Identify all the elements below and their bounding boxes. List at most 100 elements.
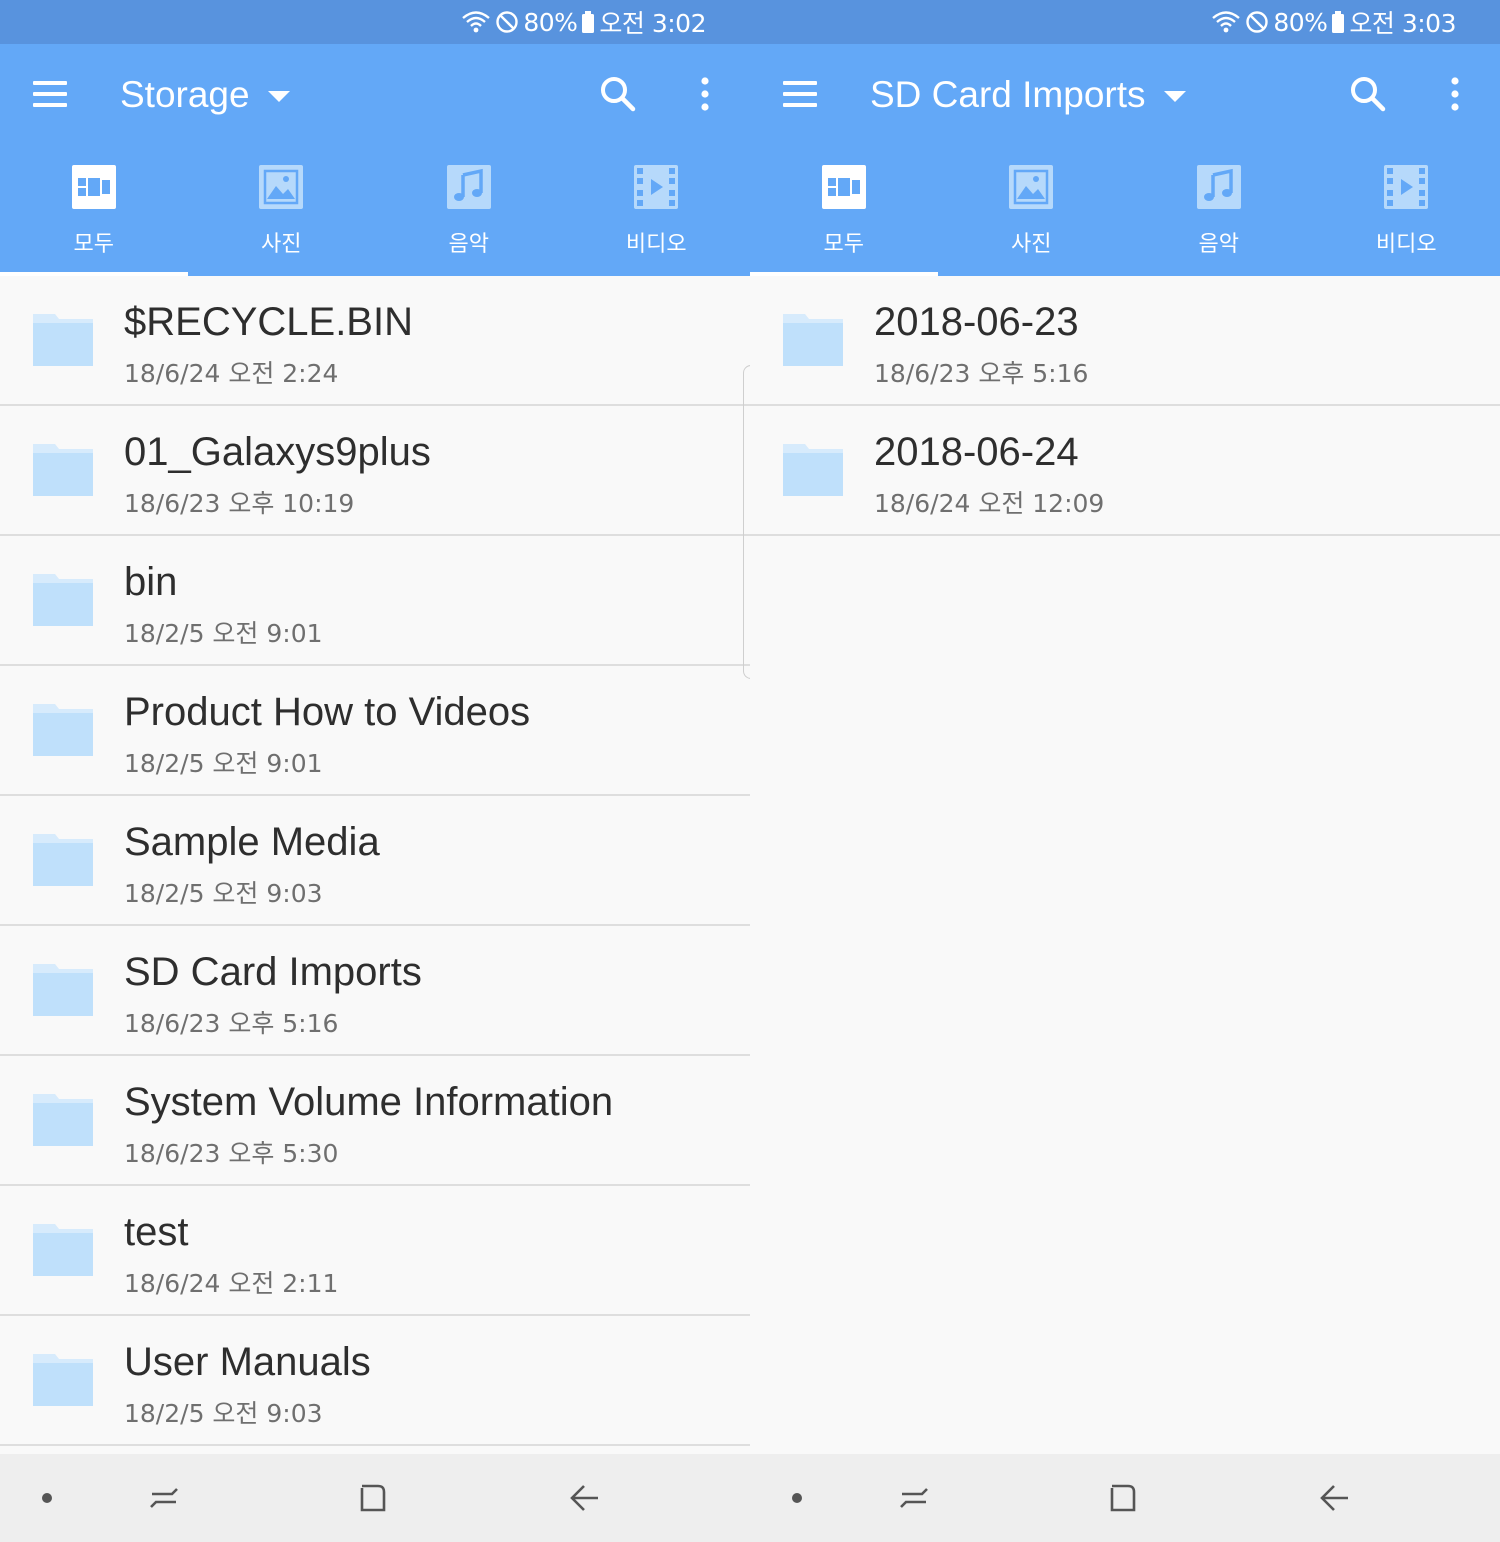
location-dropdown[interactable]: Storage: [120, 70, 290, 120]
battery-percent: 80%: [523, 7, 578, 37]
modified-date: 18/6/24 오전 2:24: [124, 359, 339, 388]
folder-icon: [33, 704, 93, 756]
clock: 오전 3:03: [1349, 9, 1456, 38]
modified-date: 18/2/5 오전 9:01: [124, 619, 323, 648]
folder-icon: [33, 834, 93, 886]
status-bar: 80% 오전 3:03: [750, 0, 1500, 44]
tab-label: 사진: [1011, 232, 1052, 257]
page-title: Storage: [120, 74, 250, 115]
folder-row[interactable]: Product How to Videos 18/2/5 오전 9:01: [0, 666, 750, 796]
tab-label: 비디오: [625, 232, 687, 257]
search-icon[interactable]: [1348, 74, 1388, 114]
folder-icon: [33, 964, 93, 1016]
tab-all[interactable]: 모두: [0, 144, 188, 276]
recent-apps-icon[interactable]: [146, 1480, 182, 1516]
tab-photos[interactable]: 사진: [938, 144, 1126, 276]
wifi-icon: [1211, 7, 1241, 37]
folder-name: $RECYCLE.BIN: [124, 300, 413, 344]
search-icon[interactable]: [598, 74, 638, 114]
modified-date: 18/6/24 오전 2:11: [124, 1269, 339, 1298]
folder-row[interactable]: SD Card Imports 18/6/23 오후 5:16: [0, 926, 750, 1056]
folder-icon: [783, 444, 843, 496]
tab-video[interactable]: 비디오: [1313, 144, 1500, 276]
battery-icon: [581, 7, 595, 37]
image-icon: [259, 165, 304, 209]
scrollbar[interactable]: [743, 365, 750, 679]
folder-row[interactable]: 01_Galaxys9plus 18/6/23 오후 10:19: [0, 406, 750, 536]
battery-icon: [1331, 7, 1345, 37]
music-icon: [446, 165, 491, 209]
folder-name: Sample Media: [124, 820, 380, 864]
chevron-down-icon: [267, 90, 290, 102]
folder-row[interactable]: $RECYCLE.BIN 18/6/24 오전 2:24: [0, 276, 750, 406]
modified-date: 18/6/23 오후 5:16: [874, 359, 1089, 388]
folder-icon: [783, 314, 843, 366]
back-icon[interactable]: [566, 1480, 602, 1516]
folder-icon: [33, 1094, 93, 1146]
folder-row[interactable]: 2018-06-24 18/6/24 오전 12:09: [750, 406, 1500, 536]
grid-icon: [821, 165, 866, 209]
tab-label: 모두: [823, 232, 864, 257]
folder-icon: [33, 1224, 93, 1276]
grid-icon: [71, 165, 116, 209]
hide-navbar-dot-icon[interactable]: [792, 1493, 802, 1503]
more-options-icon[interactable]: [1442, 74, 1468, 114]
folder-name: Product How to Videos: [124, 690, 531, 734]
file-list: $RECYCLE.BIN 18/6/24 오전 2:24 01_Galaxys9pl…: [0, 276, 750, 1446]
folder-icon: [33, 1354, 93, 1406]
folder-row[interactable]: 2018-06-23 18/6/23 오후 5:16: [750, 276, 1500, 406]
folder-icon: [33, 314, 93, 366]
file-list: 2018-06-23 18/6/23 오후 5:16 2018-06-24 18/6/…: [750, 276, 1500, 536]
tab-music[interactable]: 음악: [1125, 144, 1313, 276]
category-tabs: 모두 사진 음악 비디오: [0, 144, 750, 276]
navigation-bar: [0, 1454, 750, 1542]
hide-navbar-dot-icon[interactable]: [42, 1493, 52, 1503]
more-options-icon[interactable]: [692, 74, 718, 114]
status-bar: 80% 오전 3:02: [0, 0, 750, 44]
storage-screen: 80% 오전 3:02 Storage 모두 사진 음악 비디오 $RECYCL…: [0, 0, 750, 1542]
page-title: SD Card Imports: [870, 74, 1146, 115]
folder-row[interactable]: bin 18/2/5 오전 9:01: [0, 536, 750, 666]
modified-date: 18/6/23 오후 5:16: [124, 1009, 339, 1038]
home-icon[interactable]: [356, 1480, 392, 1516]
back-icon[interactable]: [1316, 1480, 1352, 1516]
app-bar: SD Card Imports 모두 사진 음악 비디오: [750, 44, 1500, 276]
folder-name: test: [124, 1210, 189, 1254]
recent-apps-icon[interactable]: [896, 1480, 932, 1516]
folder-row[interactable]: test 18/6/24 오전 2:11: [0, 1186, 750, 1316]
modified-date: 18/6/23 오후 5:30: [124, 1139, 339, 1168]
home-icon[interactable]: [1106, 1480, 1142, 1516]
tab-all[interactable]: 모두: [750, 144, 938, 276]
folder-row[interactable]: System Volume Information 18/6/23 오후 5:30: [0, 1056, 750, 1186]
image-icon: [1009, 165, 1054, 209]
category-tabs: 모두 사진 음악 비디오: [750, 144, 1500, 276]
toolbar: Storage: [0, 44, 750, 144]
folder-name: User Manuals: [124, 1340, 371, 1384]
tab-video[interactable]: 비디오: [563, 144, 751, 276]
tab-music[interactable]: 음악: [375, 144, 563, 276]
hamburger-menu-icon[interactable]: [30, 77, 70, 111]
folder-icon: [33, 574, 93, 626]
wifi-icon: [461, 7, 491, 37]
modified-date: 18/6/24 오전 12:09: [874, 489, 1105, 518]
hamburger-menu-icon[interactable]: [780, 77, 820, 111]
folder-name: 01_Galaxys9plus: [124, 430, 431, 474]
folder-name: 2018-06-24: [874, 430, 1079, 474]
folder-row[interactable]: User Manuals 18/2/5 오전 9:03: [0, 1316, 750, 1446]
tab-label: 사진: [261, 232, 302, 257]
folder-row[interactable]: Sample Media 18/2/5 오전 9:03: [0, 796, 750, 926]
do-not-disturb-icon: [1245, 7, 1269, 37]
battery-percent: 80%: [1273, 7, 1328, 37]
video-icon: [1384, 165, 1429, 209]
do-not-disturb-icon: [495, 7, 519, 37]
modified-date: 18/6/23 오후 10:19: [124, 489, 355, 518]
modified-date: 18/2/5 오전 9:03: [124, 879, 323, 908]
location-dropdown[interactable]: SD Card Imports: [870, 70, 1186, 120]
modified-date: 18/2/5 오전 9:01: [124, 749, 323, 778]
clock: 오전 3:02: [599, 9, 706, 38]
modified-date: 18/2/5 오전 9:03: [124, 1399, 323, 1428]
navigation-bar: [750, 1454, 1500, 1542]
tab-label: 모두: [73, 232, 114, 257]
tab-photos[interactable]: 사진: [188, 144, 376, 276]
tab-label: 음악: [448, 232, 489, 257]
